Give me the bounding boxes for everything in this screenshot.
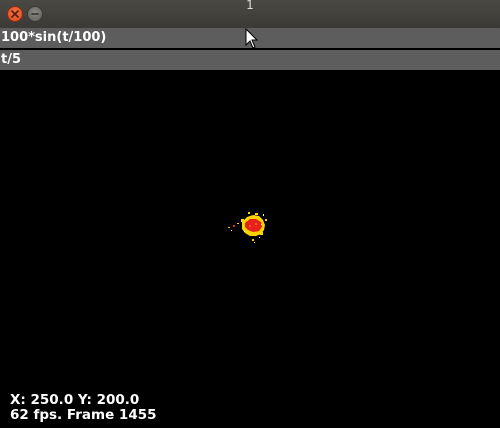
mouse-pointer-icon [245, 28, 259, 49]
position-readout: X: 250.0 Y: 200.0 [10, 392, 140, 408]
title-bar[interactable]: 1 [0, 0, 500, 29]
fps-frame-readout: 62 fps. Frame 1455 [10, 407, 157, 423]
close-icon [11, 10, 19, 18]
particle-burst [228, 212, 267, 243]
render-canvas[interactable]: X: 250.0 Y: 200.0 62 fps. Frame 1455 [0, 70, 500, 428]
app-window: 1 100*sin(t/100) t/5 X: 250.0 Y: 200.0 6… [0, 0, 500, 428]
window-title: 1 [246, 0, 254, 12]
y-expression-input[interactable]: t/5 [0, 50, 500, 70]
minimize-icon [31, 13, 39, 15]
